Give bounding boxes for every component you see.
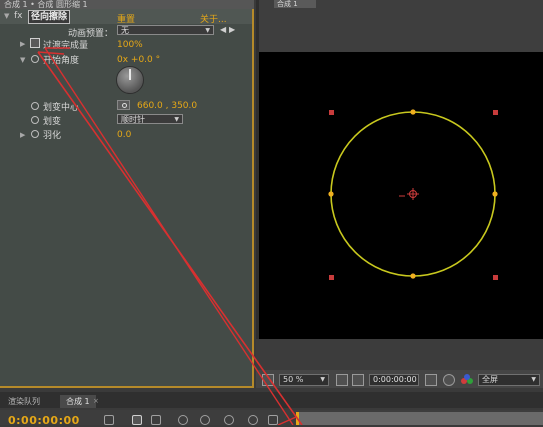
annotation-line (44, 47, 294, 425)
annotation-overlay (37, 47, 303, 425)
annotation-line (37, 51, 65, 55)
annotation-line (277, 416, 297, 425)
